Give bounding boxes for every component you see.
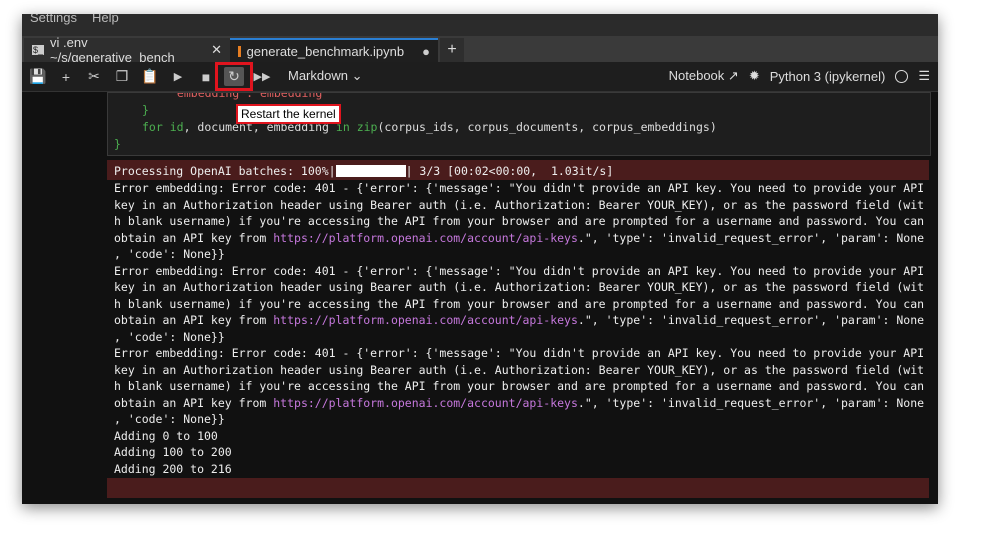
run-all-icon[interactable]: ▶▶ [252, 67, 272, 86]
error-message: Error embedding: Error code: 401 - {'err… [107, 345, 929, 428]
restart-kernel-tooltip: Restart the kernel [236, 104, 341, 124]
output-line: , 'code': None}} [114, 412, 225, 426]
progress-line: Processing OpenAI batches: 100%| | 3/3 [0… [107, 160, 929, 180]
output-line: key in an Authorization header using Bea… [114, 280, 925, 294]
output-line: Error embedding: Error code: 401 - {'err… [114, 263, 925, 278]
menu-bar: Settings Help [22, 14, 938, 36]
tab-notebook[interactable]: generate_benchmark.ipynb ● [230, 38, 438, 62]
output-line: , 'code': None}} [114, 247, 225, 261]
copy-icon[interactable]: ❐ [112, 67, 132, 86]
output-line: h blank username) if you're accessing th… [114, 214, 925, 228]
tab-label: vi .env ~/s/generative_bench [50, 35, 175, 65]
menu-settings[interactable]: Settings [30, 14, 77, 25]
stop-icon[interactable]: ■ [196, 67, 216, 86]
output-line: obtain an API key from https://platform.… [114, 395, 925, 410]
output-line: Error embedding: Error code: 401 - {'err… [114, 181, 925, 195]
tab-label: generate_benchmark.ipynb [246, 43, 405, 59]
error-message: Error embedding: Error code: 401 - {'err… [107, 263, 929, 346]
kernel-name[interactable]: Python 3 (ipykernel) [770, 69, 886, 84]
menu-help[interactable]: Help [92, 14, 119, 25]
code-line: } [114, 137, 121, 151]
output-line: h blank username) if you're accessing th… [114, 379, 925, 393]
tab-bar: $_ vi .env ~/s/generative_bench ✕ genera… [22, 35, 938, 65]
cell-type-dropdown[interactable]: Markdown ⌄ [288, 68, 363, 84]
cut-icon[interactable]: ✂ [84, 67, 104, 86]
output-line: obtain an API key from https://platform.… [114, 313, 925, 327]
save-icon[interactable]: 💾 [28, 67, 48, 86]
paste-icon[interactable]: 📋 [140, 67, 160, 86]
external-link-icon: ↗ [727, 68, 739, 83]
tab-terminal[interactable]: $_ vi .env ~/s/generative_bench ✕ [24, 35, 230, 65]
run-icon[interactable]: ▶ [168, 67, 188, 86]
api-keys-link[interactable]: https://platform.openai.com/account/api-… [273, 313, 578, 327]
error-message: Error embedding: Error code: 401 - {'err… [107, 180, 929, 263]
add-tab-button[interactable]: + [440, 38, 464, 62]
code-line: for id, document, embedding in zip(corpu… [142, 120, 717, 134]
chevron-down-icon: ⌄ [351, 68, 363, 83]
output-line: key in an Authorization header using Bea… [114, 362, 925, 377]
output-line: h blank username) if you're accessing th… [114, 296, 925, 311]
debug-icon[interactable]: ✹ [749, 68, 760, 84]
menu-icon[interactable]: ☰ [918, 68, 930, 84]
add-cell-icon[interactable]: + [56, 67, 76, 86]
terminal-icon: $_ [32, 45, 45, 55]
progress-bar [335, 165, 406, 177]
close-icon[interactable]: ✕ [211, 42, 222, 58]
output-line: Adding 100 to 200 [114, 445, 232, 459]
code-line: } [142, 103, 149, 117]
highlight-box [215, 62, 253, 91]
unsaved-dot-icon[interactable]: ● [422, 44, 430, 59]
api-keys-link[interactable]: https://platform.openai.com/account/api-… [273, 231, 578, 245]
code-line: "embedding": embedding [170, 92, 323, 100]
output-line: , 'code': None}} [114, 329, 225, 344]
kernel-status-icon [895, 69, 909, 83]
notebook-toolbar: 💾 + ✂ ❐ 📋 ▶ ■ ↻ ▶▶ Markdown ⌄ Notebook ↗… [22, 62, 938, 92]
output-line: Adding 0 to 100 [114, 428, 218, 443]
open-notebook-button[interactable]: Notebook ↗ [669, 68, 739, 84]
notebook-icon [238, 45, 241, 57]
output-line: Error embedding: Error code: 401 - {'err… [114, 346, 925, 360]
output-line: obtain an API key from https://platform.… [114, 230, 925, 245]
output-footer [107, 478, 929, 498]
api-keys-link[interactable]: https://platform.openai.com/account/api-… [273, 396, 578, 410]
output-line: Adding 200 to 216 [114, 461, 232, 476]
cell-output: Processing OpenAI batches: 100%| | 3/3 [0… [107, 160, 929, 477]
output-line: key in an Authorization header using Bea… [114, 197, 925, 212]
code-cell[interactable]: "embedding": embedding } for id, documen… [107, 92, 931, 156]
jupyter-window: Settings Help $_ vi .env ~/s/generative_… [22, 14, 938, 504]
